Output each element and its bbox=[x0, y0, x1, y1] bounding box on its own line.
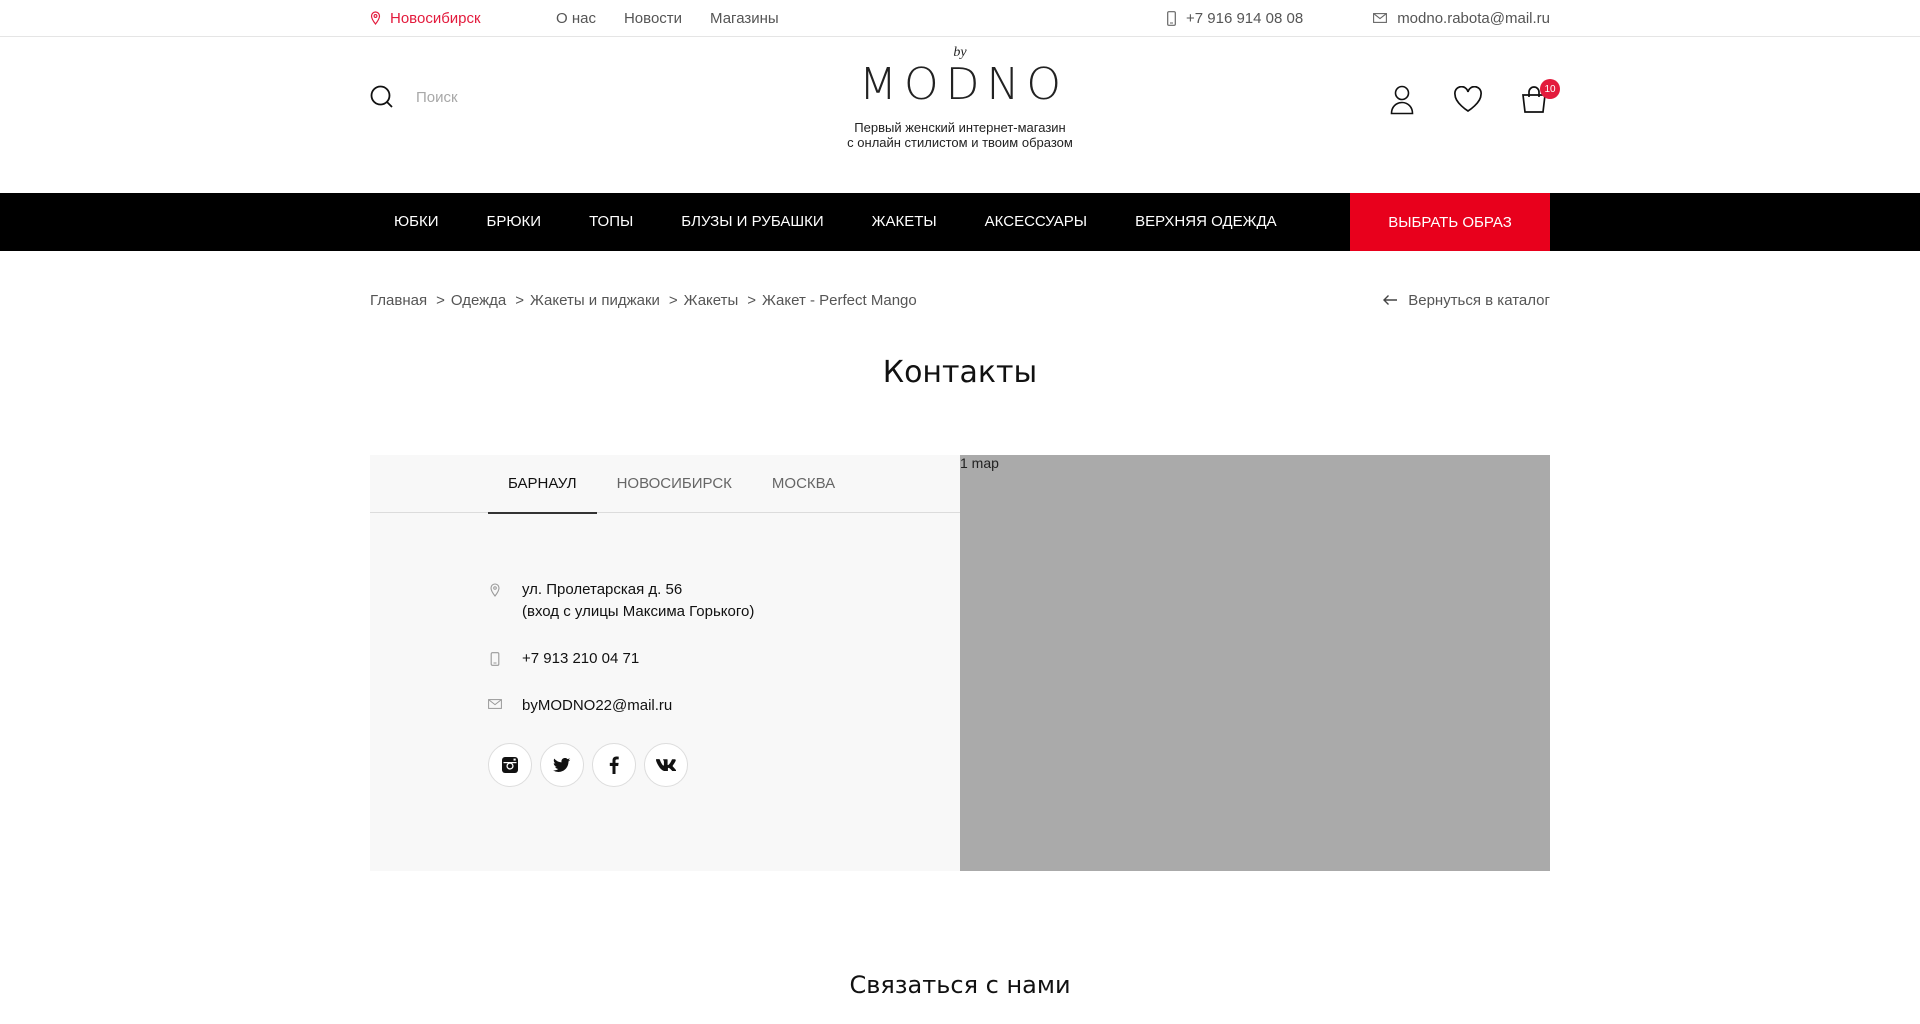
cart-count-badge: 10 bbox=[1540, 79, 1560, 99]
top-nav: О нас Новости Магазины bbox=[556, 10, 779, 27]
arrow-left-icon bbox=[1383, 295, 1398, 305]
heart-icon bbox=[1453, 86, 1482, 112]
phone-row[interactable]: +7 913 210 04 71 bbox=[488, 648, 960, 670]
contact-info: ул. Пролетарская д. 56 (вход с улицы Мак… bbox=[370, 513, 960, 787]
vk-icon bbox=[656, 759, 676, 771]
city-tabs: Барнаул Новосибирск Москва bbox=[370, 455, 960, 514]
twitter-button[interactable] bbox=[540, 743, 584, 787]
header-icons: 10 bbox=[1385, 79, 1560, 116]
breadcrumb-separator: > bbox=[515, 291, 525, 309]
map-label: 1 map bbox=[960, 455, 999, 471]
mobile-phone-icon bbox=[1167, 10, 1176, 26]
top-email-address: modno.rabota@mail.ru bbox=[1397, 9, 1550, 27]
nav-item-outerwear[interactable]: Верхняя одежда bbox=[1111, 193, 1301, 251]
envelope-icon bbox=[1373, 13, 1388, 23]
contacts-block: Барнаул Новосибирск Москва ул. Пролетарс… bbox=[370, 455, 1550, 871]
breadcrumb-home[interactable]: Главная bbox=[370, 292, 427, 309]
location-pin-icon bbox=[490, 583, 500, 597]
nav-item-accessories[interactable]: Аксессуары bbox=[961, 193, 1111, 251]
logo-brand: MODNO bbox=[858, 59, 1069, 110]
city-label: Новосибирск bbox=[390, 9, 481, 27]
facebook-button[interactable] bbox=[592, 743, 636, 787]
breadcrumb-clothing[interactable]: Одежда bbox=[451, 292, 506, 309]
nav-item-jackets[interactable]: Жакеты bbox=[848, 193, 961, 251]
address-row: ул. Пролетарская д. 56 (вход с улицы Мак… bbox=[488, 579, 960, 623]
tagline-line-1: Первый женский интернет-магазин bbox=[854, 120, 1066, 135]
tagline-line-2: с онлайн стилистом и твоим образом bbox=[847, 135, 1073, 150]
contact-email: byMODNO22@mail.ru bbox=[522, 697, 673, 714]
nav-item-blouses[interactable]: Блузы и рубашки bbox=[657, 193, 847, 251]
city-selector[interactable]: Новосибирск bbox=[370, 10, 556, 27]
back-to-catalog-link[interactable]: Вернуться в каталог bbox=[1382, 292, 1550, 309]
top-bar: Новосибирск О нас Новости Магазины +7 91… bbox=[0, 0, 1920, 37]
tab-barnaul[interactable]: Барнаул bbox=[488, 455, 597, 514]
email-row[interactable]: byMODNO22@mail.ru bbox=[488, 695, 960, 717]
top-phone-number: +7 916 914 08 08 bbox=[1185, 9, 1304, 27]
facebook-icon bbox=[609, 756, 619, 774]
logo-tagline: Первый женский интернет-магазин с онлайн… bbox=[370, 120, 1550, 150]
top-nav-stores[interactable]: Магазины bbox=[710, 10, 779, 27]
instagram-icon bbox=[502, 757, 518, 773]
cart-button[interactable]: 10 bbox=[1517, 79, 1560, 116]
vk-button[interactable] bbox=[644, 743, 688, 787]
top-nav-news[interactable]: Новости bbox=[624, 10, 682, 27]
contacts-panel: Барнаул Новосибирск Москва ул. Пролетарс… bbox=[370, 455, 960, 871]
nav-item-skirts[interactable]: Юбки bbox=[370, 193, 463, 251]
top-phone[interactable]: +7 916 914 08 08 bbox=[1167, 10, 1303, 27]
user-icon bbox=[1390, 85, 1413, 114]
instagram-button[interactable] bbox=[488, 743, 532, 787]
mobile-phone-icon bbox=[490, 652, 500, 666]
breadcrumb-jackets[interactable]: Жакеты bbox=[684, 292, 739, 309]
choose-look-button[interactable]: Выбрать образ bbox=[1350, 193, 1550, 251]
breadcrumb-row: Главная > Одежда > Жакеты и пиджаки > Жа… bbox=[0, 251, 1920, 347]
nav-item-trousers[interactable]: Брюки bbox=[463, 193, 566, 251]
back-to-catalog-label: Вернуться в каталог bbox=[1408, 291, 1550, 309]
contact-us-heading: Связаться с нами bbox=[849, 971, 1071, 999]
page-title: Контакты bbox=[882, 355, 1038, 390]
header: by MODNO Первый женский интернет-магазин… bbox=[0, 37, 1920, 193]
account-button[interactable] bbox=[1385, 83, 1418, 116]
address-line-1: ул. Пролетарская д. 56 bbox=[522, 581, 683, 598]
top-nav-about[interactable]: О нас bbox=[556, 10, 596, 27]
main-nav: Юбки Брюки Топы Блузы и рубашки Жакеты А… bbox=[0, 193, 1920, 251]
address-line-2: (вход с улицы Максима Горького) bbox=[522, 603, 755, 620]
tab-moscow[interactable]: Москва bbox=[752, 455, 855, 513]
location-pin-icon bbox=[370, 11, 381, 25]
breadcrumb-separator: > bbox=[668, 291, 678, 309]
top-email[interactable]: modno.rabota@mail.ru bbox=[1373, 10, 1550, 27]
wishlist-button[interactable] bbox=[1451, 83, 1484, 116]
breadcrumb-separator: > bbox=[747, 291, 757, 309]
map[interactable]: 1 map bbox=[960, 455, 1550, 871]
breadcrumb-current: Жакет - Perfect Mango bbox=[762, 291, 917, 309]
breadcrumb-separator: > bbox=[436, 291, 445, 309]
breadcrumb-jackets-blazers[interactable]: Жакеты и пиджаки bbox=[530, 292, 660, 309]
contact-phone: +7 913 210 04 71 bbox=[522, 650, 640, 667]
logo[interactable]: by MODNO Первый женский интернет-магазин… bbox=[370, 45, 1550, 150]
twitter-icon bbox=[553, 757, 571, 772]
envelope-icon bbox=[488, 699, 502, 709]
nav-item-tops[interactable]: Топы bbox=[565, 193, 657, 251]
social-links bbox=[488, 743, 960, 787]
tab-novosibirsk[interactable]: Новосибирск bbox=[597, 455, 752, 513]
breadcrumb: Главная > Одежда > Жакеты и пиджаки > Жа… bbox=[370, 292, 917, 309]
